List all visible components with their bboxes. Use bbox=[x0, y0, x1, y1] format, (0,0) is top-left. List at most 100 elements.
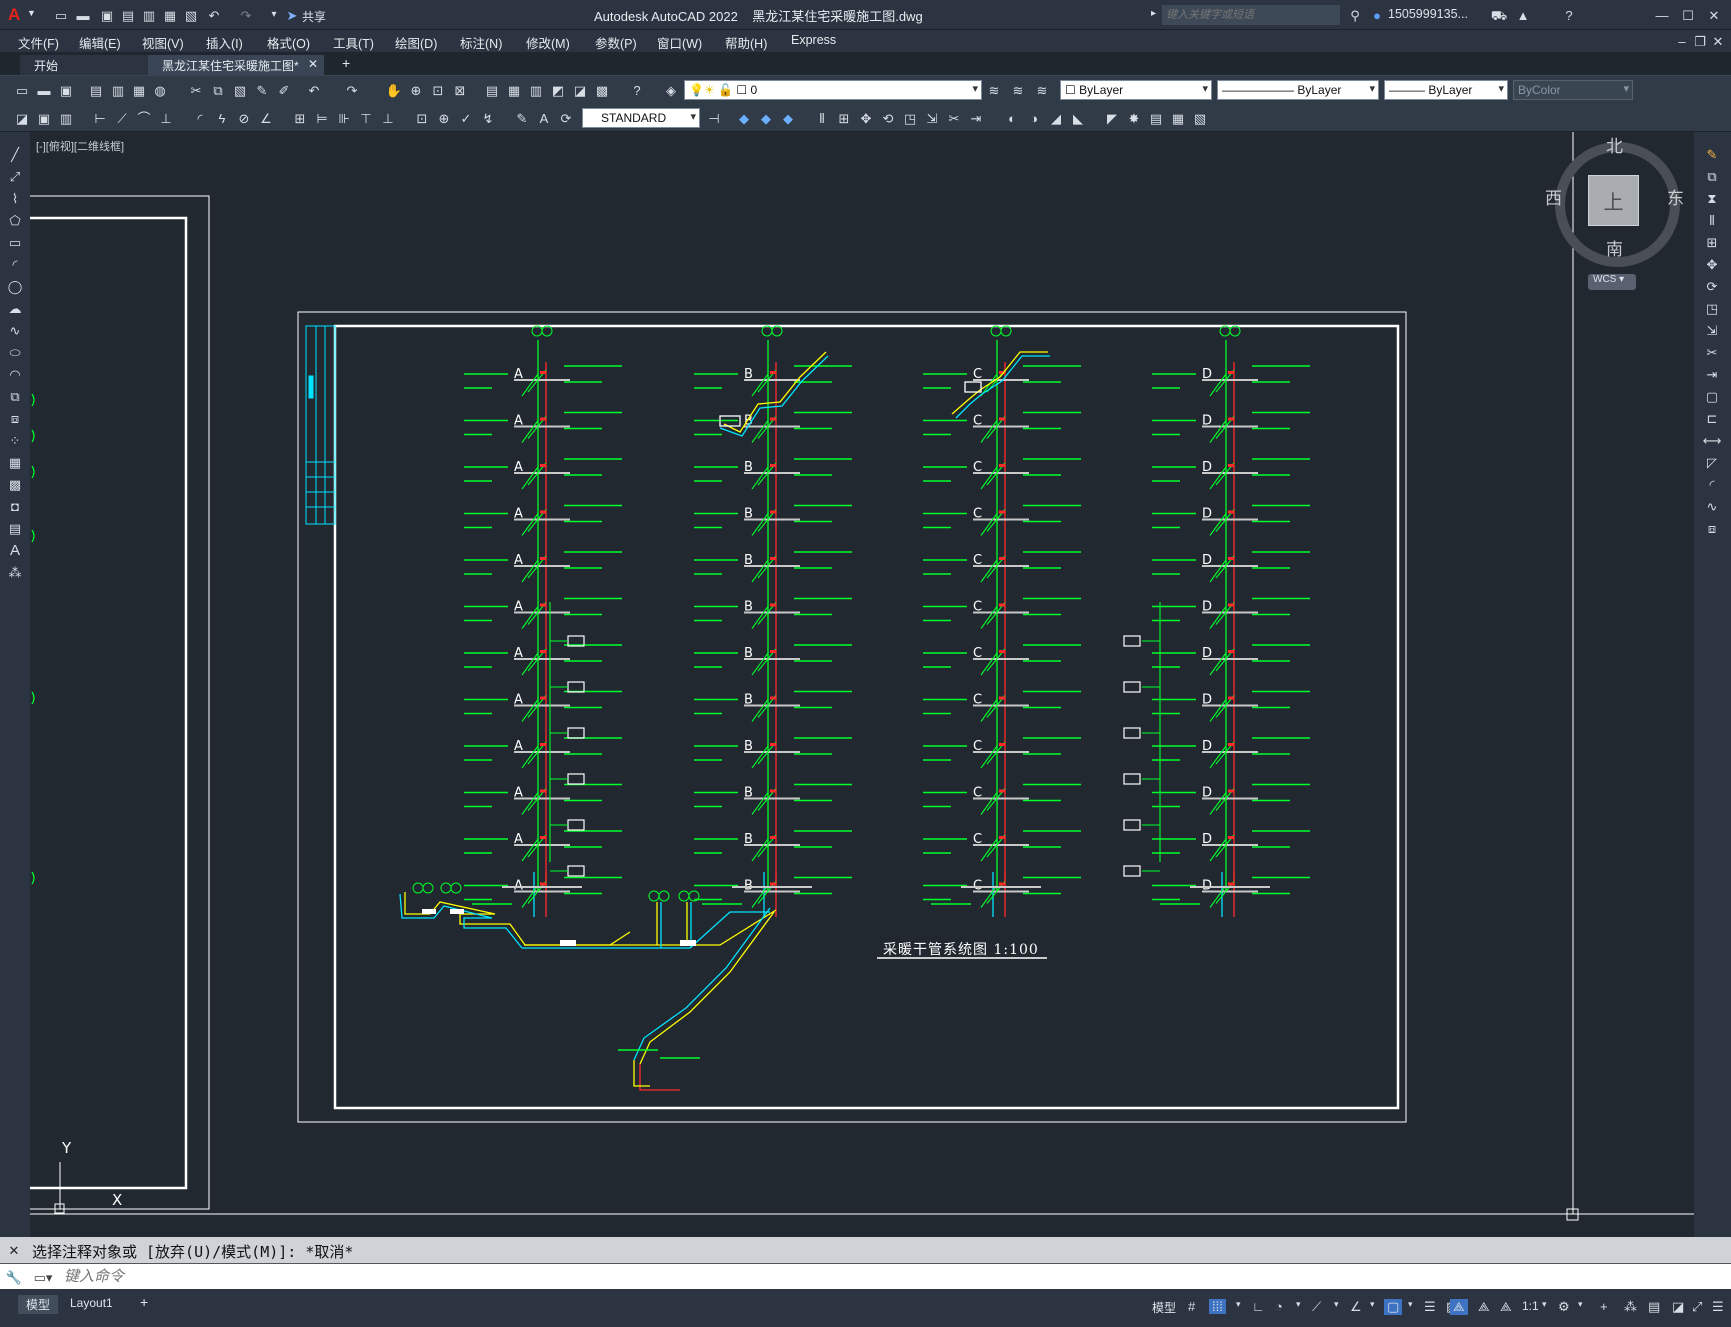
scale-icon[interactable]: ◳ bbox=[902, 110, 918, 126]
polygon-icon[interactable]: ⬠ bbox=[7, 212, 23, 228]
menu-modify[interactable]: 修改(M) bbox=[526, 33, 570, 52]
isodraft-menu-icon[interactable]: ▾ bbox=[1370, 1299, 1375, 1310]
wcs-menu[interactable]: WCS ▾ bbox=[1588, 274, 1636, 290]
annotation-scale-icon[interactable]: ⟁ bbox=[1500, 1299, 1512, 1315]
lineweight-dropdown[interactable]: ——— ByLayer ▾ bbox=[1384, 80, 1508, 100]
draw-order-icon[interactable]: ▤ bbox=[1148, 110, 1164, 126]
tab-layout1[interactable]: Layout1 bbox=[70, 1296, 113, 1310]
zoom-window-icon[interactable]: ⊡ bbox=[430, 82, 446, 98]
break-icon[interactable]: ◐ bbox=[1004, 110, 1020, 126]
trim-right-icon[interactable]: ✂ bbox=[1704, 344, 1720, 360]
isolate-objects-icon[interactable]: ◪ bbox=[1672, 1299, 1684, 1315]
menu-view[interactable]: 视图(V) bbox=[142, 33, 184, 52]
quick-properties-icon[interactable]: ▤ bbox=[1648, 1299, 1660, 1315]
break-point-icon[interactable]: ▢ bbox=[1704, 388, 1720, 404]
clean-screen-icon[interactable]: ⤢ bbox=[1692, 1299, 1702, 1315]
add-selected-icon[interactable]: ⁂ bbox=[7, 564, 23, 580]
qnew-icon[interactable]: ▭ bbox=[14, 82, 30, 98]
stretch-right-icon[interactable]: ⇲ bbox=[1704, 322, 1720, 338]
drawing-canvas[interactable]: [-][俯视][二维线框] Y X A A A A A A A A A A A … bbox=[30, 132, 1694, 1237]
save-file-icon[interactable]: ▣ bbox=[58, 82, 74, 98]
menu-edit[interactable]: 编辑(E) bbox=[79, 33, 121, 52]
osnap-icon[interactable]: ▢ bbox=[1384, 1299, 1403, 1315]
tab-drawing[interactable]: 黑龙江某住宅采暖施工图* ✕ bbox=[148, 55, 324, 75]
arc-icon[interactable]: ◜ bbox=[7, 256, 23, 272]
autocad-logo-icon[interactable]: A bbox=[8, 5, 20, 25]
quick-dim-icon[interactable]: ⊞ bbox=[292, 110, 308, 126]
scale-right-icon[interactable]: ◳ bbox=[1704, 300, 1720, 316]
publish-tb-icon[interactable]: ▦ bbox=[131, 82, 147, 98]
menu-help[interactable]: 帮助(H) bbox=[725, 33, 767, 52]
aligned-dim-icon[interactable]: ⟋ bbox=[114, 110, 130, 126]
markup-icon[interactable]: ◪ bbox=[572, 82, 588, 98]
publish-icon[interactable]: ▥ bbox=[141, 7, 157, 23]
quick-access-more-icon[interactable]: ▾ bbox=[266, 7, 282, 23]
ellipse-icon[interactable]: ⬭ bbox=[7, 344, 23, 360]
copy-icon[interactable]: ⧉ bbox=[210, 82, 226, 98]
jogged-linear-icon[interactable]: ↯ bbox=[480, 110, 496, 126]
construction-line-icon[interactable]: ⤢ bbox=[7, 168, 23, 184]
array-icon[interactable]: ⊞ bbox=[836, 110, 852, 126]
inspection-icon[interactable]: ✓ bbox=[458, 110, 474, 126]
hatch-icon[interactable]: ▦ bbox=[7, 454, 23, 470]
insert-block-icon[interactable]: ⧉ bbox=[7, 388, 23, 404]
zoom-realtime-icon[interactable]: ⊕ bbox=[408, 82, 424, 98]
compass-east[interactable]: 东 bbox=[1667, 184, 1684, 209]
redo-tb-icon[interactable]: ↷ bbox=[344, 82, 360, 98]
open-file-icon[interactable]: ▬ bbox=[36, 82, 52, 98]
radius-dim-icon[interactable]: ◜ bbox=[192, 110, 208, 126]
annotation-visibility-icon[interactable]: ⟁ bbox=[1450, 1299, 1468, 1315]
arc-length-icon[interactable]: ⌒ bbox=[136, 110, 152, 126]
mirror-right-icon[interactable]: ⧗ bbox=[1704, 190, 1720, 206]
user-name[interactable]: 1505999135... bbox=[1388, 7, 1468, 21]
baseline-dim-icon[interactable]: ⊨ bbox=[314, 110, 330, 126]
dim-style-manager-icon[interactable]: ⊣ bbox=[706, 110, 722, 126]
tab-add-layout[interactable]: + bbox=[140, 1294, 148, 1310]
array-right-icon[interactable]: ⊞ bbox=[1704, 234, 1720, 250]
offset-icon[interactable]: ⫴ bbox=[814, 110, 830, 126]
polar-icon[interactable]: ◔ bbox=[1275, 1299, 1283, 1314]
undo-tb-icon[interactable]: ↶ bbox=[306, 82, 322, 98]
menu-dimension[interactable]: 标注(N) bbox=[460, 33, 502, 52]
mirror-icon[interactable]: ◆ bbox=[780, 110, 796, 126]
3d-print-icon[interactable]: ◍ bbox=[152, 82, 168, 98]
move-right-icon[interactable]: ✥ bbox=[1704, 256, 1720, 272]
jogged-dim-icon[interactable]: ϟ bbox=[214, 110, 230, 126]
menu-express[interactable]: Express bbox=[791, 33, 836, 47]
tolerance-icon[interactable]: ⊡ bbox=[414, 110, 430, 126]
cart-icon[interactable]: ⛟ bbox=[1491, 7, 1507, 23]
share-label[interactable]: 共享 bbox=[302, 8, 326, 25]
layer-dropdown[interactable]: 💡☀ 🔓 ☐ 0 ▾ bbox=[684, 80, 982, 100]
menu-parametric[interactable]: 参数(P) bbox=[595, 33, 637, 52]
rotate-right-icon[interactable]: ⟳ bbox=[1704, 278, 1720, 294]
group-icon[interactable]: ▦ bbox=[1170, 110, 1186, 126]
move-icon[interactable]: ✥ bbox=[858, 110, 874, 126]
gradient-icon[interactable]: ▩ bbox=[7, 476, 23, 492]
recent-commands-icon[interactable]: ▭▾ bbox=[32, 1269, 54, 1285]
join-right-icon[interactable]: ⟷ bbox=[1703, 432, 1722, 448]
menu-file[interactable]: 文件(F) bbox=[18, 33, 59, 52]
new-icon[interactable]: ▭ bbox=[53, 7, 69, 23]
osnap-tracking-icon[interactable]: ⟋ bbox=[1312, 1299, 1321, 1315]
tab-add-button[interactable]: + bbox=[328, 53, 364, 73]
rectangle-icon[interactable]: ▭ bbox=[7, 234, 23, 250]
doc-minimize-icon[interactable]: – bbox=[1674, 33, 1690, 49]
undo-icon[interactable]: ↶ bbox=[206, 7, 222, 23]
dim-update2-icon[interactable]: ⟳ bbox=[558, 110, 574, 126]
close-icon[interactable]: ✕ bbox=[1706, 7, 1722, 23]
doc-close-icon[interactable]: ✕ bbox=[1710, 33, 1726, 49]
table-icon[interactable]: ▤ bbox=[7, 520, 23, 536]
extend-right-icon[interactable]: ⇥ bbox=[1704, 366, 1720, 382]
angular-dim-icon[interactable]: ∠ bbox=[258, 110, 274, 126]
open-icon[interactable]: ▬ bbox=[75, 7, 91, 23]
dim-override-icon[interactable]: ▥ bbox=[58, 110, 74, 126]
units-icon[interactable]: ⁂ bbox=[1624, 1299, 1637, 1315]
dim-break-icon[interactable]: ⊥ bbox=[380, 110, 396, 126]
autodesk-app-icon[interactable]: ▲ bbox=[1515, 7, 1531, 23]
isodraft-icon[interactable]: ∠ bbox=[1350, 1299, 1362, 1315]
zoom-previous-icon[interactable]: ⊠ bbox=[452, 82, 468, 98]
trim-icon[interactable]: ✂ bbox=[946, 110, 962, 126]
paste-icon[interactable]: ▧ bbox=[232, 82, 248, 98]
dim-style-icon[interactable]: ◪ bbox=[14, 110, 30, 126]
explode-icon[interactable]: ✸ bbox=[1126, 110, 1142, 126]
